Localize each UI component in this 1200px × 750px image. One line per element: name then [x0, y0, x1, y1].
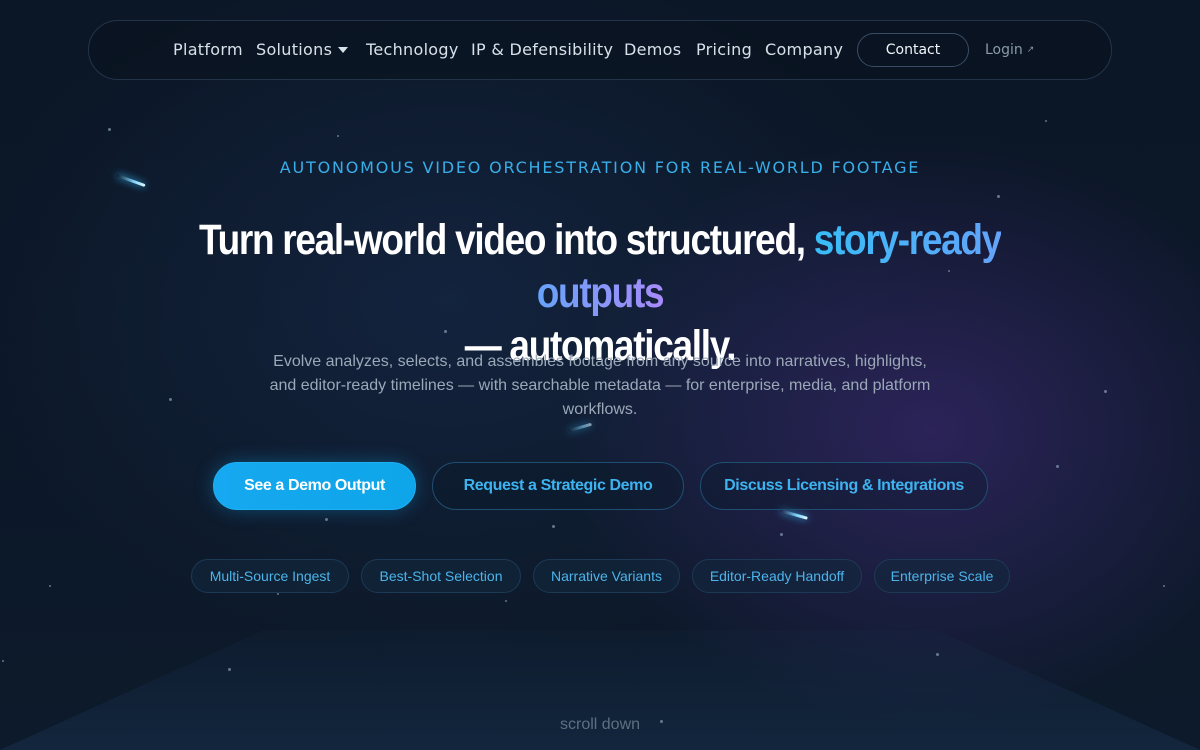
discuss-licensing-button[interactable]: Discuss Licensing & Integrations	[700, 462, 988, 510]
top-nav: Platform Solutions Technology IP & Defen…	[88, 20, 1112, 80]
nav-item-platform[interactable]: Platform	[173, 21, 243, 79]
chevron-down-icon	[338, 47, 349, 53]
nav-item-solutions-label: Solutions	[256, 40, 333, 59]
hero-eyebrow: AUTONOMOUS VIDEO ORCHESTRATION FOR REAL-…	[279, 158, 921, 177]
nav-item-demos[interactable]: Demos	[624, 21, 681, 79]
login-label: Login	[985, 42, 1023, 58]
login-link[interactable]: Login ↗	[985, 21, 1034, 79]
feature-chip-best-shot-selection: Best-Shot Selection	[361, 559, 521, 593]
headline-part-1: Turn real-world video into structured,	[199, 216, 814, 264]
see-demo-output-button[interactable]: See a Demo Output	[213, 462, 416, 510]
feature-chip-editor-ready-handoff: Editor-Ready Handoff	[692, 559, 862, 593]
nav-item-pricing[interactable]: Pricing	[696, 21, 752, 79]
nav-item-solutions[interactable]: Solutions	[256, 21, 349, 79]
contact-button[interactable]: Contact	[857, 33, 969, 67]
request-strategic-demo-button[interactable]: Request a Strategic Demo	[432, 462, 684, 510]
nav-item-technology[interactable]: Technology	[366, 21, 459, 79]
feature-chip-enterprise-scale: Enterprise Scale	[874, 559, 1010, 593]
hero-subtext: Evolve analyzes, selects, and assembles …	[269, 353, 931, 418]
feature-chip-multi-source-ingest: Multi-Source Ingest	[191, 559, 349, 593]
feature-chip-narrative-variants: Narrative Variants	[533, 559, 680, 593]
external-arrow-icon: ↗	[1026, 45, 1035, 55]
nav-item-company[interactable]: Company	[765, 21, 843, 79]
nav-item-ip-defensibility[interactable]: IP & Defensibility	[471, 21, 613, 79]
scroll-down-link[interactable]: scroll down	[0, 716, 1200, 734]
